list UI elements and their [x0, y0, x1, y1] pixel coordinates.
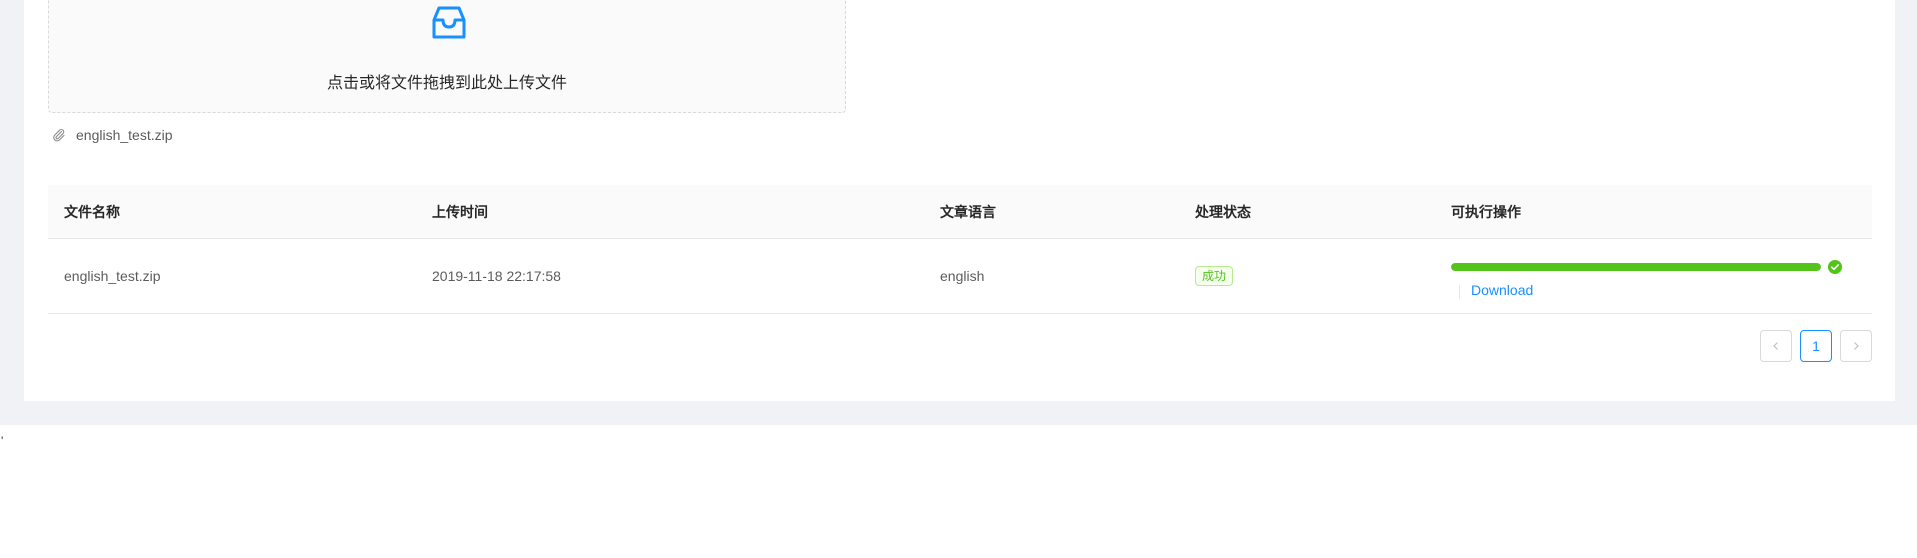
action-divider [1459, 285, 1460, 299]
progress-bar-fill [1451, 263, 1821, 271]
cell-upload-time: 2019-11-18 22:17:58 [432, 268, 561, 284]
table-row: english_test.zip 2019-11-18 22:17:58 eng… [48, 239, 1872, 314]
cell-status: 成功 [1195, 239, 1234, 313]
paper-clip-icon [53, 129, 65, 142]
upload-hint-text: 点击或将文件拖拽到此处上传文件 [326, 75, 567, 92]
table-header: 文件名称 上传时间 文章语言 处理状态 可执行操作 [48, 185, 1872, 239]
chevron-right-icon [1854, 342, 1859, 350]
download-link[interactable]: Download [1471, 282, 1533, 298]
pagination-page-button[interactable]: 1 [1800, 330, 1832, 362]
stray-character: ' [1, 434, 4, 448]
inbox-icon [432, 6, 466, 39]
column-header-actions: 可执行操作 [1451, 203, 1521, 220]
files-table: 文件名称 上传时间 文章语言 处理状态 可执行操作 english_test.z… [48, 185, 1872, 314]
uploaded-file-name: english_test.zip [76, 127, 173, 143]
upload-dragger[interactable]: 点击或将文件拖拽到此处上传文件 [48, 0, 846, 113]
chevron-left-icon [1773, 342, 1778, 350]
status-badge: 成功 [1195, 266, 1234, 286]
check-circle-icon [1828, 260, 1842, 274]
cell-actions: Download [1451, 239, 1861, 313]
pagination-next-button[interactable] [1840, 330, 1872, 362]
column-header-status: 处理状态 [1195, 203, 1251, 220]
pagination: 1 [1760, 330, 1872, 362]
pagination-prev-button[interactable] [1760, 330, 1792, 362]
cell-file-name: english_test.zip [64, 268, 161, 284]
column-header-upload-time: 上传时间 [432, 203, 488, 220]
progress-bar [1451, 263, 1821, 271]
column-header-language: 文章语言 [940, 203, 996, 220]
uploaded-file-item[interactable]: english_test.zip [50, 124, 450, 146]
column-header-file-name: 文件名称 [64, 203, 120, 220]
cell-language: english [940, 268, 985, 284]
